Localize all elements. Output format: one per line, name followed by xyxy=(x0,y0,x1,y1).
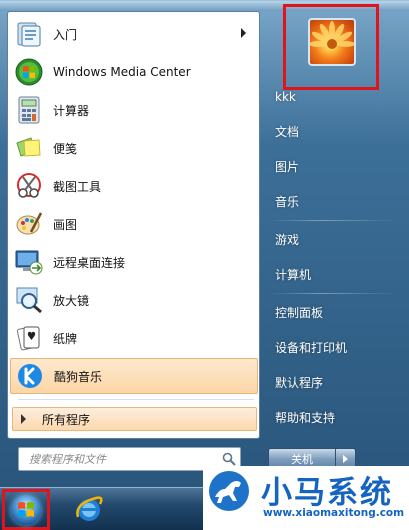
all-programs-arrow-icon xyxy=(21,414,26,424)
program-item-windows-media-center[interactable]: Windows Media Center xyxy=(10,54,258,90)
program-item-kugou-music[interactable]: 酷狗音乐 xyxy=(10,358,258,394)
submenu-arrow-icon[interactable] xyxy=(241,28,246,38)
right-separator xyxy=(270,220,398,221)
default-programs-link[interactable]: 默认程序 xyxy=(268,369,398,395)
games-link[interactable]: 游戏 xyxy=(268,226,398,252)
program-item-sticky-notes[interactable]: 便笺 xyxy=(10,130,258,166)
snipping-tool-icon xyxy=(13,170,45,202)
program-list-panel: 入门 Windows Media Center 计算器 便笺 截图工具 画图 远… xyxy=(7,11,260,439)
program-item-getting-started[interactable]: 入门 xyxy=(10,16,258,52)
all-programs-button[interactable]: 所有程序 xyxy=(12,407,257,431)
remote-desktop-icon xyxy=(13,246,45,278)
user-avatar[interactable] xyxy=(308,18,356,66)
windows-start-orb-icon[interactable] xyxy=(11,495,41,525)
devices-printers-link[interactable]: 设备和打印机 xyxy=(268,334,398,360)
user-name-link[interactable]: kkk xyxy=(268,84,398,110)
documents-link[interactable]: 文档 xyxy=(268,118,398,144)
getting-started-icon xyxy=(13,18,45,50)
calculator-icon xyxy=(13,94,45,126)
magnifier-icon xyxy=(13,284,45,316)
sticky-notes-icon xyxy=(13,132,45,164)
program-label: 画图 xyxy=(53,217,78,232)
chevron-right-icon xyxy=(343,455,348,463)
program-label: 入门 xyxy=(53,27,78,42)
start-button-highlight xyxy=(2,489,50,530)
right-separator xyxy=(270,293,398,294)
program-item-snipping-tool[interactable]: 截图工具 xyxy=(10,168,258,204)
start-menu: 入门 Windows Media Center 计算器 便笺 截图工具 画图 远… xyxy=(0,0,409,487)
program-label: 放大镜 xyxy=(53,293,90,308)
horse-logo-icon xyxy=(207,469,251,513)
program-item-magnifier[interactable]: 放大镜 xyxy=(10,282,258,318)
program-label: 酷狗音乐 xyxy=(54,369,103,384)
paint-icon xyxy=(13,208,45,240)
program-label: Windows Media Center xyxy=(53,65,191,79)
list-divider xyxy=(18,399,254,400)
program-item-remote-desktop[interactable]: 远程桌面连接 xyxy=(10,244,258,280)
search-input[interactable] xyxy=(19,449,218,469)
program-item-paint[interactable]: 画图 xyxy=(10,206,258,242)
program-label: 远程桌面连接 xyxy=(53,255,126,270)
program-item-calculator[interactable]: 计算器 xyxy=(10,92,258,128)
watermark-banner: 小马系统 www.xiaomaxitong.com xyxy=(203,466,409,530)
internet-explorer-taskbar-button[interactable] xyxy=(70,491,108,527)
kugou-music-icon xyxy=(14,360,46,392)
user-picture-highlight xyxy=(283,4,379,90)
program-item-solitaire[interactable]: 纸牌 xyxy=(10,320,258,356)
watermark-title: 小马系统 xyxy=(261,475,393,511)
program-label: 截图工具 xyxy=(53,179,102,194)
internet-explorer-icon xyxy=(76,496,103,521)
windows-media-center-icon xyxy=(13,56,45,88)
all-programs-label: 所有程序 xyxy=(42,412,91,427)
program-label: 纸牌 xyxy=(53,331,78,346)
solitaire-icon xyxy=(13,322,45,354)
program-label: 计算器 xyxy=(53,103,90,118)
computer-link[interactable]: 计算机 xyxy=(268,261,398,287)
music-link[interactable]: 音乐 xyxy=(268,188,398,214)
watermark-url: www.xiaomaxitong.com xyxy=(263,507,405,519)
control-panel-link[interactable]: 控制面板 xyxy=(268,299,398,325)
program-label: 便笺 xyxy=(53,141,78,156)
pictures-link[interactable]: 图片 xyxy=(268,153,398,179)
help-support-link[interactable]: 帮助和支持 xyxy=(268,404,398,430)
